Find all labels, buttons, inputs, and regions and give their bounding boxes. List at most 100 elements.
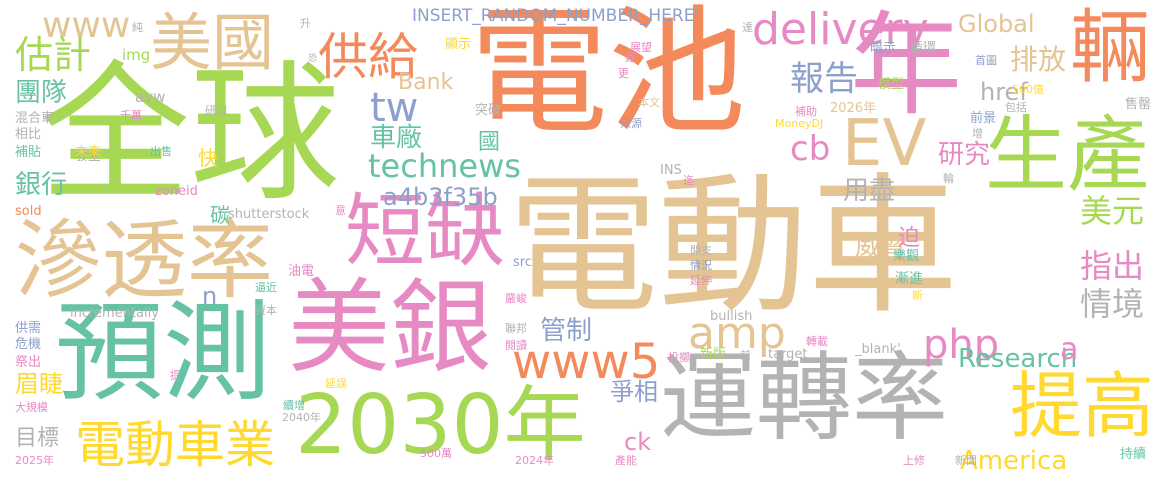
cloud-word: 來源 xyxy=(620,117,642,130)
cloud-word: 情況 xyxy=(690,259,712,272)
cloud-word: 顯示 xyxy=(445,37,472,52)
cloud-word: ck xyxy=(624,428,652,456)
cloud-word: 銀行 xyxy=(15,170,68,200)
cloud-word: 新 xyxy=(912,289,923,302)
cloud-word: 估計 xyxy=(15,33,92,77)
cloud-word: 大規模 xyxy=(15,401,48,414)
cloud-word: n xyxy=(202,282,218,310)
cloud-word: 目標 xyxy=(15,426,60,451)
word-cloud: 電動車 電池 全球 年 預測 美銀 運轉率 2030年 滲透率 短缺 生產 輛 … xyxy=(0,0,1175,482)
cloud-word: 投擲 xyxy=(668,351,690,364)
cloud-word: 前景 xyxy=(970,111,997,126)
cloud-word: 樂觀 xyxy=(893,249,920,264)
cloud-word: 嚴峻 xyxy=(505,292,527,305)
cloud-word: 輛 xyxy=(1070,1,1150,94)
cloud-word: shutterstock xyxy=(228,207,310,222)
cloud-word: 快 xyxy=(198,146,218,170)
cloud-word: img xyxy=(122,46,151,64)
cloud-word: 升 xyxy=(300,17,311,30)
cloud-word: 模型 xyxy=(878,77,905,92)
cloud-word: 純 xyxy=(132,21,143,34)
cloud-word: target xyxy=(768,347,808,362)
cloud-word: 漸進 xyxy=(895,271,923,287)
cloud-word: incrementally xyxy=(70,306,159,321)
cloud-word: Global xyxy=(958,10,1035,38)
cloud-word: a xyxy=(1060,332,1079,367)
cloud-word: 供需 xyxy=(15,321,42,336)
cloud-word: cb xyxy=(790,129,831,169)
cloud-word: 閱讀 xyxy=(505,339,527,352)
cloud-word: 指出 xyxy=(1080,247,1145,285)
cloud-word: 情境 xyxy=(1080,285,1145,323)
cloud-word: 2024年 xyxy=(515,454,554,467)
cloud-word: 意 xyxy=(335,204,346,217)
cloud-word: 補貼 xyxy=(15,145,42,160)
cloud-word: 暗示 xyxy=(870,41,897,56)
cloud-word: 相比 xyxy=(15,127,42,142)
cloud-word: 提 xyxy=(170,369,181,382)
cloud-word: 爭相 xyxy=(610,378,658,406)
cloud-word: 延誤 xyxy=(325,377,347,390)
cloud-word: 逼近 xyxy=(255,281,277,294)
cloud-word: 迄 xyxy=(683,174,694,187)
cloud-word: 開支 xyxy=(690,244,712,257)
cloud-word: 車廠 xyxy=(370,123,423,153)
cloud-word: 研究 xyxy=(938,140,991,170)
cloud-word: 研調 xyxy=(205,104,227,117)
cloud-word: 產能 xyxy=(615,454,637,467)
cloud-word: 2040年 xyxy=(282,411,321,424)
cloud-word: 500萬 xyxy=(420,447,452,460)
cloud-word: 滲透率 xyxy=(15,211,273,311)
cloud-word: 2026年 xyxy=(830,101,877,116)
cloud-word: 國 xyxy=(478,130,501,155)
cloud-word: 電動車業 xyxy=(75,416,275,474)
cloud-word: 恐 xyxy=(308,54,318,64)
cloud-word: 美國 xyxy=(150,6,275,79)
cloud-word: 轉載 xyxy=(806,335,828,348)
cloud-word: 團隊 xyxy=(15,78,68,108)
cloud-word: 突破 xyxy=(475,103,502,118)
cloud-word: 延伸 xyxy=(690,274,712,287)
cloud-word: INS xyxy=(660,163,682,178)
cloud-word: 迫 xyxy=(898,226,921,251)
cloud-word: INSERT_RANDOM_NUMBER_HERE' xyxy=(412,6,700,26)
cloud-word: 未來 xyxy=(75,145,102,160)
cloud-word: a4b3f35b xyxy=(383,183,498,211)
cloud-word: 鋰 xyxy=(625,51,636,64)
cloud-word: 用盡 xyxy=(843,176,896,206)
cloud-word: 前 xyxy=(740,349,751,362)
cloud-word: 500億 xyxy=(1012,83,1044,96)
cloud-word: 循環 xyxy=(910,41,937,56)
cloud-word: sold xyxy=(15,204,42,219)
cloud-word: 混合車 xyxy=(15,111,55,126)
cloud-word: 危機 xyxy=(15,337,42,352)
cloud-word: _blank' xyxy=(855,342,901,357)
cloud-word: 增 xyxy=(972,127,983,140)
cloud-word: avw xyxy=(135,88,166,106)
cloud-word: 補助 xyxy=(795,105,817,118)
cloud-word: bullish xyxy=(710,309,753,324)
cloud-word: Bank xyxy=(398,70,454,95)
cloud-word: 續增 xyxy=(283,399,305,412)
cloud-word: 提高 xyxy=(1010,364,1155,448)
cloud-word: src xyxy=(513,255,532,270)
cloud-word: zoneid xyxy=(155,184,198,199)
cloud-word: 運轉率 xyxy=(660,342,948,454)
cloud-word: 持續 xyxy=(1120,447,1147,462)
cloud-word: 本文 xyxy=(638,96,660,109)
cloud-word: 千萬 xyxy=(120,109,142,122)
cloud-word: 2025年 xyxy=(15,454,54,467)
cloud-word: 首圖 xyxy=(975,54,997,67)
cloud-word: 排放 xyxy=(1010,43,1067,76)
cloud-word: 輪 xyxy=(943,172,954,185)
cloud-word: 生產 xyxy=(985,108,1150,203)
cloud-word: 資本 xyxy=(255,304,277,317)
cloud-word: 上修 xyxy=(903,454,925,467)
cloud-word: 出售 xyxy=(150,145,172,158)
cloud-word: 碳 xyxy=(210,203,230,227)
cloud-word: 眉睫 xyxy=(15,370,63,398)
cloud-word: 新版 xyxy=(700,347,727,362)
cloud-word: 包括 xyxy=(1005,101,1027,114)
cloud-word: MoneyDJ xyxy=(775,117,824,130)
cloud-word: 管制 xyxy=(540,316,593,346)
